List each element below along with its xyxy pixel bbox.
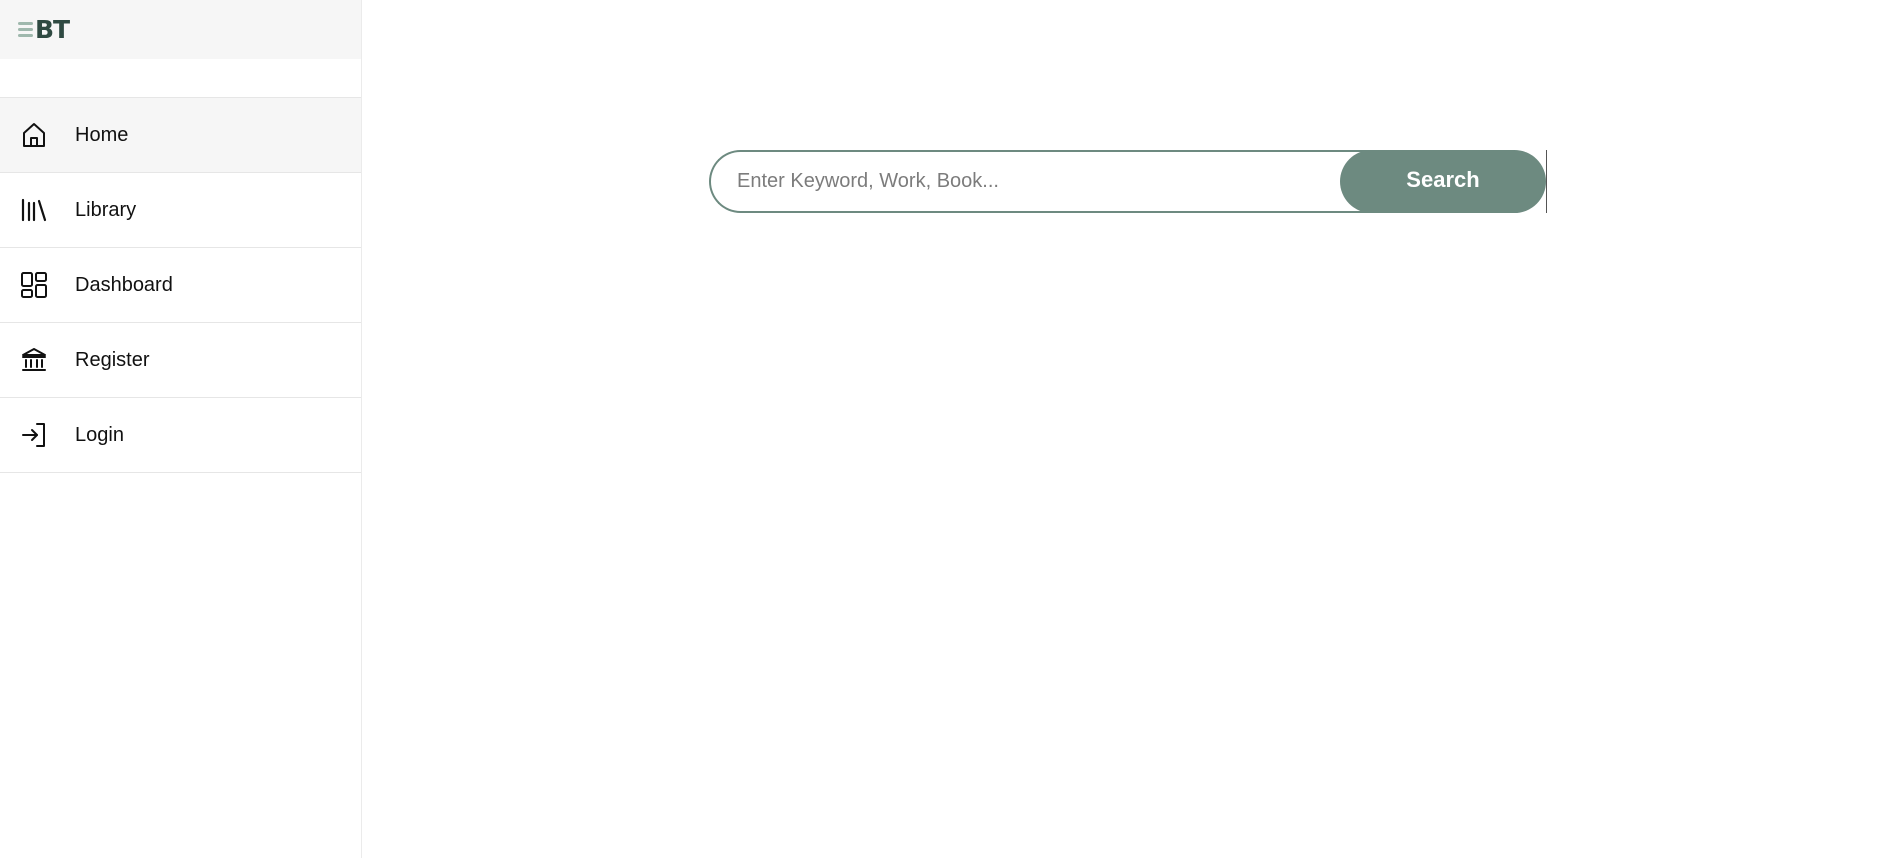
search-edge-line	[1546, 150, 1547, 213]
home-icon	[20, 121, 48, 149]
search-bar: Search	[709, 150, 1547, 213]
app-root: BT Home Library Dashboard Register Login…	[0, 0, 1895, 858]
sidebar-item-label: Library	[75, 198, 137, 221]
search-button[interactable]: Search	[1340, 150, 1546, 213]
logo-text: BT	[35, 15, 70, 44]
sidebar-item-label: Dashboard	[75, 273, 173, 296]
sidebar-item-library[interactable]: Library	[0, 173, 361, 248]
sidebar-spacer	[0, 59, 361, 98]
dashboard-icon	[20, 271, 48, 299]
sidebar-item-home[interactable]: Home	[0, 98, 361, 173]
sidebar-nav: Home Library Dashboard Register Login	[0, 98, 361, 473]
sidebar-item-login[interactable]: Login	[0, 398, 361, 473]
sidebar-item-label: Home	[75, 123, 129, 146]
sidebar-item-label: Register	[75, 348, 150, 371]
logo-bar: BT	[0, 0, 361, 59]
library-icon	[20, 196, 48, 224]
login-icon	[20, 421, 48, 449]
main-content: Search	[362, 0, 1895, 858]
sidebar-item-dashboard[interactable]: Dashboard	[0, 248, 361, 323]
search-input[interactable]	[709, 150, 1389, 213]
sidebar-item-register[interactable]: Register	[0, 323, 361, 398]
sidebar-item-label: Login	[75, 423, 124, 446]
sidebar: BT Home Library Dashboard Register Login	[0, 0, 362, 858]
bank-icon	[20, 346, 48, 374]
brand-logo[interactable]: BT	[18, 15, 70, 44]
menu-lines-icon	[18, 22, 33, 37]
